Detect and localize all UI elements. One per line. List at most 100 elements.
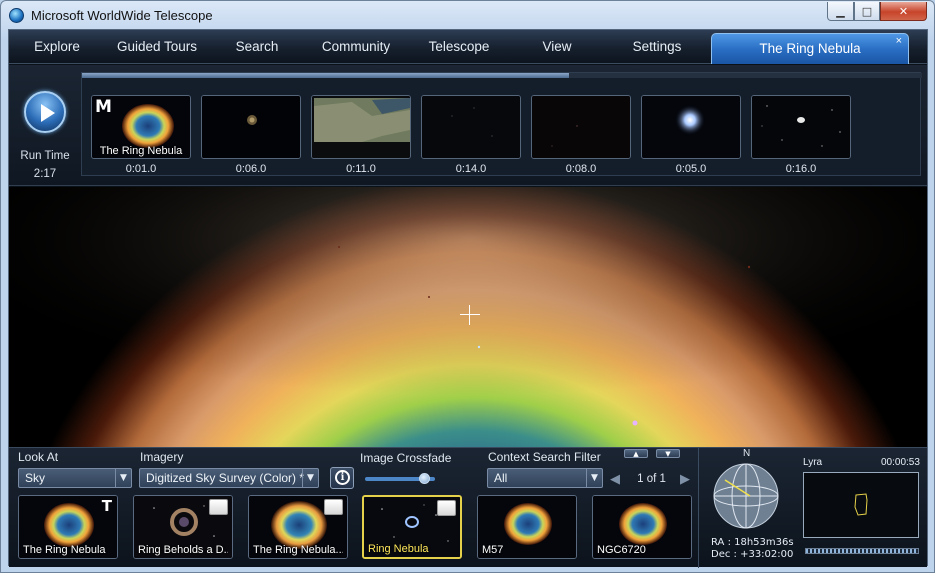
imagery-dropdown[interactable]: Digitized Sky Survey (Color) * ▼ (139, 468, 319, 488)
run-time-value: 2:17 (33, 168, 57, 180)
title-bar[interactable]: Microsoft WorldWide Telescope ▁ □ ✕ (1, 1, 934, 29)
tour-slide[interactable] (421, 95, 521, 159)
slide-thumbnail (532, 96, 630, 158)
slide-time: 0:06.0 (235, 163, 267, 175)
tour-slide[interactable]: M The Ring Nebula (91, 95, 191, 159)
slide-time: 0:16.0 (785, 163, 817, 175)
main-menu-bar: Explore Guided Tours Search Community Te… (9, 30, 927, 64)
slide-time: 0:14.0 (455, 163, 487, 175)
tour-slide-list: M The Ring Nebula 0:01.0 0:06.0 0:11.0 0… (81, 72, 922, 176)
slide-time: 0:05.0 (675, 163, 707, 175)
context-filter-dropdown[interactable]: All ▼ (487, 468, 603, 488)
crosshair-vertical (469, 305, 470, 325)
constellation-outline (854, 493, 868, 516)
image-crossfade-slider[interactable] (365, 473, 435, 484)
slide-thumbnail (422, 96, 520, 158)
app-content: Explore Guided Tours Search Community Te… (8, 29, 928, 568)
menu-guided-tours[interactable]: Guided Tours (107, 30, 207, 64)
image-icon (324, 499, 343, 515)
crosshair-horizontal (460, 314, 480, 315)
info-button[interactable]: i (330, 467, 354, 489)
chevron-down-icon: ▼ (115, 469, 131, 487)
run-time-label: Run Time (20, 150, 70, 162)
slide-thumbnail (752, 96, 850, 158)
image-icon (437, 500, 456, 516)
app-globe-icon (9, 8, 24, 23)
close-button[interactable]: ✕ (880, 2, 927, 21)
image-crossfade-label: Image Crossfade (360, 451, 452, 465)
result-caption: NGC6720 (597, 544, 646, 556)
result-caption: Ring Beholds a D... (138, 544, 228, 556)
result-caption: The Ring Nebula (23, 544, 106, 556)
play-icon (41, 104, 55, 122)
slide-thumbnail (312, 96, 410, 158)
context-result-item[interactable]: NGC6720 (592, 495, 692, 559)
close-tab-icon[interactable]: × (896, 35, 902, 48)
result-caption: Ring Nebula (368, 543, 429, 555)
scroll-up-button[interactable]: ▲ (624, 449, 648, 458)
previous-page-icon[interactable]: ◀ (610, 472, 620, 487)
compass-north-label: N (743, 448, 751, 459)
maximize-button[interactable]: □ (854, 2, 880, 21)
context-result-item[interactable]: Ring Nebula (362, 495, 462, 559)
context-panel: Look At Sky ▼ Imagery Digitized Sky Surv… (9, 447, 927, 568)
chevron-down-icon: ▼ (586, 469, 602, 487)
menu-settings[interactable]: Settings (621, 30, 693, 64)
tour-slide[interactable] (311, 95, 411, 159)
constellation-minimap[interactable] (803, 472, 919, 538)
info-icon: i (335, 470, 350, 485)
context-filter-value: All (494, 471, 508, 485)
constellation-name: Lyra (803, 457, 823, 468)
window-title: Microsoft WorldWide Telescope (31, 8, 213, 23)
scroll-down-button[interactable]: ▼ (656, 449, 680, 458)
result-caption: M57 (482, 544, 504, 556)
tour-progress-bar[interactable] (82, 73, 922, 78)
slide-time: 0:01.0 (125, 163, 157, 175)
tour-slide[interactable] (641, 95, 741, 159)
tour-slide[interactable] (201, 95, 301, 159)
menu-search[interactable]: Search (227, 30, 287, 64)
page-indicator: 1 of 1 (637, 473, 666, 485)
imagery-value: Digitized Sky Survey (Color) * (146, 471, 305, 485)
play-button[interactable] (24, 91, 66, 133)
slider-thumb[interactable] (418, 473, 430, 484)
context-result-item[interactable]: The Ring Nebula... (248, 495, 348, 559)
menu-explore[interactable]: Explore (17, 30, 97, 64)
slide-time: 0:11.0 (346, 163, 376, 175)
slide-caption: The Ring Nebula (99, 145, 183, 157)
menu-community[interactable]: Community (311, 30, 401, 64)
tab-the-ring-nebula[interactable]: The Ring Nebula × (711, 33, 909, 64)
app-window: Microsoft WorldWide Telescope ▁ □ ✕ Expl… (0, 0, 935, 573)
sky-view[interactable] (9, 187, 927, 448)
ring-nebula-image (9, 187, 927, 448)
tour-tag-icon: T (101, 497, 112, 515)
chevron-down-icon: ▼ (302, 469, 318, 487)
time-scrubber[interactable] (805, 548, 919, 554)
ra-value: RA : 18h53m36s (711, 537, 794, 548)
slide-time: 0:08.0 (565, 163, 597, 175)
context-result-item[interactable]: M57 (477, 495, 577, 559)
coordinates-readout: RA : 18h53m36s Dec : +33:02:00 (711, 537, 794, 561)
panel-divider (698, 448, 699, 568)
tour-slide[interactable] (531, 95, 631, 159)
tour-slide[interactable] (751, 95, 851, 159)
next-page-icon[interactable]: ▶ (680, 472, 690, 487)
context-search-filter-label: Context Search Filter (488, 450, 601, 464)
image-icon (209, 499, 228, 515)
master-slide-badge: M (95, 97, 112, 117)
context-result-item[interactable]: T The Ring Nebula (18, 495, 118, 559)
tour-progress-fill (82, 73, 570, 78)
result-caption: The Ring Nebula... (253, 544, 343, 556)
active-tab-label: The Ring Nebula (759, 41, 861, 56)
context-result-item[interactable]: Ring Beholds a D... (133, 495, 233, 559)
menu-view[interactable]: View (529, 30, 585, 64)
orientation-globe[interactable] (713, 463, 779, 529)
minimize-button[interactable]: ▁ (827, 2, 854, 21)
look-at-value: Sky (25, 471, 46, 485)
imagery-label: Imagery (140, 450, 184, 464)
tour-editor-strip: Run Time 2:17 M The Ring Nebula 0:01.0 0… (9, 65, 927, 186)
menu-telescope[interactable]: Telescope (419, 30, 499, 64)
slide-thumbnail (202, 96, 300, 158)
slide-thumbnail (642, 96, 740, 158)
look-at-dropdown[interactable]: Sky ▼ (18, 468, 132, 488)
